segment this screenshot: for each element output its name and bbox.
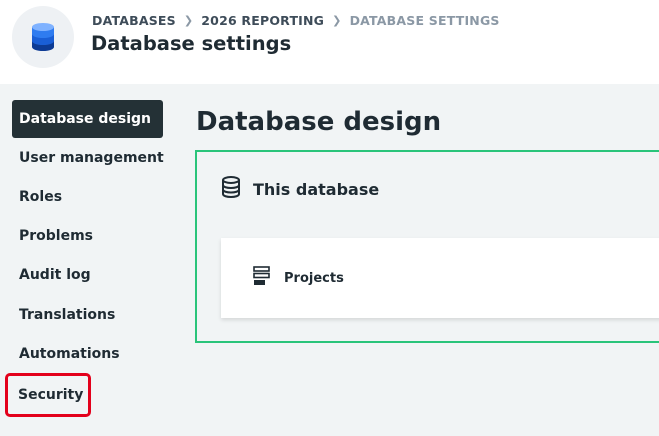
breadcrumb-2026-reporting[interactable]: 2026 REPORTING: [201, 13, 324, 28]
sidebar-item-database-design[interactable]: Database design: [12, 100, 163, 138]
page-header: DATABASES ❯ 2026 REPORTING ❯ DATABASE SE…: [0, 0, 659, 84]
table-icon: [253, 266, 270, 290]
sidebar-item-user-management[interactable]: User management: [12, 139, 164, 177]
sidebar-item-audit-log[interactable]: Audit log: [12, 256, 163, 294]
sidebar-item-security[interactable]: Security: [5, 373, 91, 417]
breadcrumb: DATABASES ❯ 2026 REPORTING ❯ DATABASE SE…: [92, 13, 500, 28]
this-database-header: This database: [221, 176, 379, 202]
database-stack-icon: [12, 6, 74, 68]
table-row[interactable]: Projects: [221, 238, 659, 318]
breadcrumb-database-settings: DATABASE SETTINGS: [349, 13, 500, 28]
sidebar-item-automations[interactable]: Automations: [12, 335, 163, 373]
breadcrumb-databases[interactable]: DATABASES: [92, 13, 176, 28]
sidebar-item-roles[interactable]: Roles: [12, 178, 163, 216]
page-title: Database settings: [91, 32, 292, 55]
chevron-right-icon: ❯: [332, 14, 342, 27]
database-design-card: This database Projects: [195, 150, 659, 343]
database-icon: [221, 176, 241, 202]
section-title: Database design: [196, 107, 442, 137]
this-database-label: This database: [253, 179, 380, 199]
chevron-right-icon: ❯: [183, 14, 194, 27]
table-name-projects: Projects: [284, 270, 344, 286]
sidebar-item-problems[interactable]: Problems: [12, 217, 163, 255]
sidebar-item-translations[interactable]: Translations: [12, 296, 163, 334]
